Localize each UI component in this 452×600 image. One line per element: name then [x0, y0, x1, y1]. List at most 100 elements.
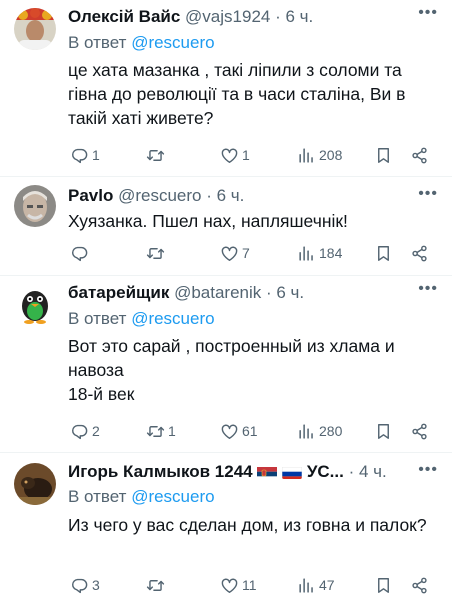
user-handle[interactable]: @batarenik	[174, 283, 261, 302]
retweet-icon	[146, 244, 165, 263]
tweet-header: Pavlo @rescuero · 6 ч.	[68, 185, 442, 207]
like-count: 11	[242, 577, 257, 593]
timestamp[interactable]: · 6 ч.	[206, 186, 244, 205]
share-icon	[410, 244, 429, 263]
tweet-header: Игорь Калмыков 1244 УС... · 4 ч.	[68, 461, 442, 483]
like-button[interactable]: 61	[220, 419, 258, 443]
display-name[interactable]: Pavlo	[68, 186, 113, 205]
tweet-text: це хата мазанка , такі ліпили з соломи т…	[68, 60, 406, 128]
views-button[interactable]: 280	[297, 419, 342, 443]
tweet-header: Олексій Вайс @vajs1924 · 6 ч.	[68, 6, 442, 28]
timestamp[interactable]: · 6 ч.	[275, 7, 313, 26]
bookmark-icon	[374, 244, 393, 263]
display-name[interactable]: батарейщик	[68, 283, 169, 302]
avatar[interactable]	[14, 8, 56, 50]
like-count: 61	[242, 423, 258, 439]
tweet[interactable]: Игорь Калмыков 1244 УС... · 4 ч. ••• В о…	[0, 453, 452, 600]
display-name[interactable]: Олексій Вайс	[68, 7, 180, 26]
views-button[interactable]: 208	[297, 143, 342, 167]
retweet-icon	[146, 422, 165, 441]
retweet-button[interactable]	[146, 573, 168, 597]
avatar[interactable]	[14, 185, 56, 227]
timestamp[interactable]: · 4 ч.	[349, 462, 387, 481]
bookmark-button[interactable]	[374, 143, 393, 167]
timestamp[interactable]: · 6 ч.	[266, 283, 304, 302]
like-count: 7	[242, 245, 250, 261]
reply-prefix: В ответ	[68, 309, 127, 328]
retweet-button[interactable]	[146, 143, 168, 167]
bookmark-button[interactable]	[374, 241, 393, 265]
action-bar: 7 184	[68, 241, 440, 265]
reply-icon	[70, 576, 89, 595]
views-button[interactable]: 47	[297, 573, 335, 597]
like-button[interactable]: 7	[220, 241, 250, 265]
views-icon	[297, 244, 316, 263]
views-count: 47	[319, 577, 335, 593]
share-button[interactable]	[410, 143, 429, 167]
action-bar: 3 11 47	[68, 573, 440, 597]
tweet-text: Из чего у вас сделан дом, из говна и пал…	[68, 515, 427, 535]
views-button[interactable]: 184	[297, 241, 342, 265]
user-handle[interactable]: @rescuero	[118, 186, 201, 205]
russia-flag-icon	[282, 465, 303, 479]
serbia-flag-icon	[257, 465, 278, 479]
display-name-truncated[interactable]: УС...	[307, 462, 344, 481]
like-count: 1	[242, 147, 250, 163]
more-icon[interactable]: •••	[418, 185, 438, 203]
action-bar: 2 1 61 280	[68, 419, 440, 443]
bookmark-button[interactable]	[374, 419, 393, 443]
reply-button[interactable]: 2	[70, 419, 100, 443]
reply-prefix: В ответ	[68, 487, 127, 506]
heart-icon	[220, 244, 239, 263]
bookmark-icon	[374, 576, 393, 595]
share-button[interactable]	[410, 419, 429, 443]
heart-icon	[220, 576, 239, 595]
tweet-text: Вот это сарай , построенный из хлама и н…	[68, 336, 395, 404]
more-icon[interactable]: •••	[418, 461, 438, 479]
tweet[interactable]: Олексій Вайс @vajs1924 · 6 ч. ••• В отве…	[0, 0, 452, 176]
reply-context: В ответ @rescuero	[68, 32, 215, 54]
share-icon	[410, 576, 429, 595]
reply-button[interactable]	[70, 241, 92, 265]
views-icon	[297, 422, 316, 441]
reply-button[interactable]: 1	[70, 143, 100, 167]
avatar-image	[14, 185, 56, 227]
retweet-count: 1	[168, 423, 176, 439]
share-button[interactable]	[410, 241, 429, 265]
reply-count: 3	[92, 577, 100, 593]
avatar[interactable]	[14, 284, 56, 326]
share-icon	[410, 422, 429, 441]
action-bar: 1 1 208	[68, 143, 440, 167]
reply-button[interactable]: 3	[70, 573, 100, 597]
mention-link[interactable]: @rescuero	[131, 309, 214, 328]
retweet-icon	[146, 146, 165, 165]
heart-icon	[220, 422, 239, 441]
more-icon[interactable]: •••	[418, 280, 438, 298]
user-handle[interactable]: @vajs1924	[185, 7, 270, 26]
views-icon	[297, 146, 316, 165]
avatar-image	[14, 8, 56, 50]
retweet-button[interactable]	[146, 241, 168, 265]
reply-context: В ответ @rescuero	[68, 486, 215, 508]
share-icon	[410, 146, 429, 165]
avatar[interactable]	[14, 463, 56, 505]
more-icon[interactable]: •••	[418, 4, 438, 22]
mention-link[interactable]: @rescuero	[131, 487, 214, 506]
like-button[interactable]: 11	[220, 573, 257, 597]
bookmark-icon	[374, 146, 393, 165]
retweet-icon	[146, 576, 165, 595]
mention-link[interactable]: @rescuero	[131, 33, 214, 52]
retweet-button[interactable]: 1	[146, 419, 176, 443]
share-button[interactable]	[410, 573, 429, 597]
tweet[interactable]: батарейщик @batarenik · 6 ч. ••• В ответ…	[0, 276, 452, 452]
reply-count: 2	[92, 423, 100, 439]
reply-prefix: В ответ	[68, 33, 127, 52]
tweet[interactable]: Pavlo @rescuero · 6 ч. ••• Хуязанка. Пше…	[0, 177, 452, 275]
tweet-header: батарейщик @batarenik · 6 ч.	[68, 282, 442, 304]
avatar-image	[14, 463, 56, 505]
bookmark-button[interactable]	[374, 573, 393, 597]
like-button[interactable]: 1	[220, 143, 250, 167]
reply-icon	[70, 244, 89, 263]
display-name[interactable]: Игорь Калмыков 1244	[68, 462, 253, 481]
heart-icon	[220, 146, 239, 165]
